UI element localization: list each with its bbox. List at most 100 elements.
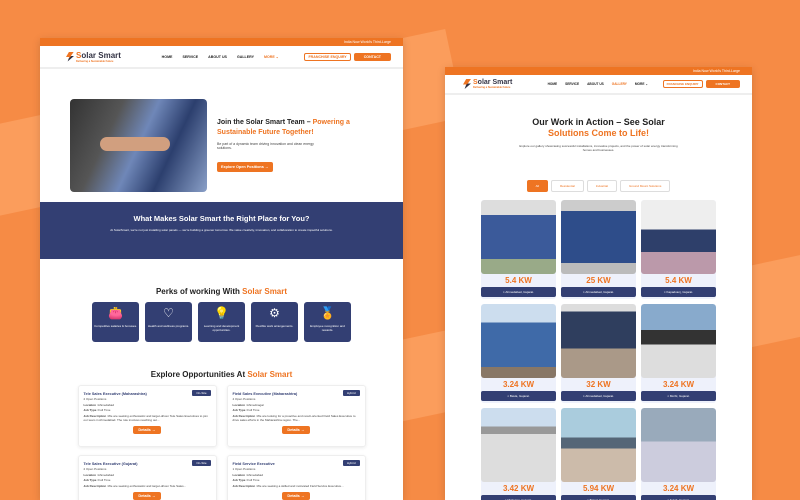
filter-tab[interactable]: Ground Mount Solutions [620, 179, 671, 192]
job-openings: 2 Open Positions [83, 397, 107, 401]
job-openings: 1 Open Positions [232, 467, 256, 471]
job-mode-badge: Hybrid [342, 390, 360, 396]
installation-photo [561, 303, 636, 378]
perk-label: Flexible work arrangements. [255, 324, 294, 328]
capacity: 32 KW [586, 379, 611, 389]
job-card: Tele Sales Executive (Gujarat) On-Site 2 O… [77, 455, 217, 500]
location-pin-icon: ⌖ [507, 393, 509, 398]
perks-list: 👛 Competitive salaries & bonuses. ♡ Health … [40, 302, 403, 342]
bolt-icon [463, 79, 471, 89]
job-description: We are seeking enthusiastic and target-d… [108, 483, 187, 488]
nav-more[interactable]: MORE ⌄ [264, 55, 279, 59]
filter-tab[interactable]: All [526, 179, 548, 192]
location-pin-icon: ⌖ [663, 289, 666, 294]
job-card: Tele Sales Executive (Maharashtra) On-Sit… [77, 385, 217, 447]
navbar: Solar Smart Delivering a Sustainable Futu… [445, 75, 752, 95]
gallery-card[interactable]: 25 KW ⌖ Ahmedabad, Gujarat. [561, 199, 636, 299]
job-location: Ahmedabad [97, 402, 115, 407]
installation-photo [561, 199, 636, 274]
lightbulb-book-icon: 💡 [214, 306, 229, 320]
top-bar: India Now World's Third-Large [40, 38, 403, 46]
perk-card: 👛 Competitive salaries & bonuses. [92, 302, 139, 342]
perks-title: Perks of working With Solar Smart [155, 287, 288, 296]
job-description: We are seeking a skilled and motivated F… [257, 483, 344, 488]
location-bar: ⌖ Morbi, Gujarat. [641, 390, 716, 401]
nav-home[interactable]: HOME [162, 55, 173, 59]
job-mode-badge: On-Site [192, 390, 211, 396]
perk-card: 🏅 Employee recognition and rewards. [304, 302, 351, 342]
details-button[interactable]: Details → [133, 491, 161, 500]
location-bar: ⌖ Ahmedabad, Gujarat. [481, 286, 556, 297]
installation-photo [641, 303, 716, 378]
gallery-title: Our Work in Action – See Solar Solutions … [532, 117, 665, 139]
contact-button[interactable]: CONTACT [705, 80, 740, 88]
location-bar: ⌖ Ahmedabad, Gujarat. [561, 286, 636, 297]
top-bar: India Now World's Third-Large [445, 67, 752, 75]
nav-about[interactable]: ABOUT US [208, 55, 227, 59]
gear-arrows-icon: ⚙ [269, 306, 280, 320]
perk-label: Health and wellness programs. [147, 324, 190, 328]
logo[interactable]: Solar Smart Delivering a Sustainable Futu… [66, 51, 136, 63]
location-bar: ⌖ Mehsana, Gujarat. [481, 494, 556, 500]
gallery-card[interactable]: 3.42 KW ⌖ Mehsana, Gujarat. [481, 407, 556, 500]
filter-tab[interactable]: Residential [550, 179, 584, 192]
details-button[interactable]: Details → [282, 491, 310, 500]
hero-text: Be part of a dynamic team driving innova… [217, 141, 314, 150]
heart-pulse-icon: ♡ [163, 306, 174, 320]
franchise-enquiry-button[interactable]: FRANCHISE ENQUIRY [662, 80, 703, 88]
location-bar: ⌖ Kutch, Gujarat. [641, 494, 716, 500]
handshake-image [70, 99, 207, 192]
franchise-enquiry-button[interactable]: FRANCHISE ENQUIRY [304, 52, 351, 61]
nav-more[interactable]: MORE ⌄ [635, 82, 648, 86]
job-location: Ahmedabad [97, 472, 115, 477]
job-title[interactable]: Field Sales Executive (Maharashtra) [233, 392, 360, 396]
nav-gallery[interactable]: GALLERY [237, 55, 254, 59]
nav-about[interactable]: ABOUT US [587, 82, 604, 86]
gallery-filters: All Residential Industrial Ground Mount Sol… [445, 179, 752, 192]
perk-card: ⚙ Flexible work arrangements. [251, 302, 298, 342]
award-icon: 🏅 [320, 306, 335, 320]
jobs-list: Tele Sales Executive (Maharashtra) On-Sit… [40, 385, 403, 500]
gallery-card[interactable]: 3.24 KW ⌖ Kutch, Gujarat. [641, 407, 716, 500]
chevron-down-icon: ⌄ [275, 54, 279, 59]
contact-button[interactable]: CONTACT [353, 52, 391, 61]
job-type: Full Time [247, 478, 260, 482]
job-title[interactable]: Field Service Executive [233, 462, 360, 466]
nav-service[interactable]: SERVICE [182, 55, 198, 59]
why-text: At SolarSmart, we're not just installing… [110, 227, 333, 232]
job-type: Full Time [247, 408, 260, 412]
perk-card: ♡ Health and wellness programs. [145, 302, 192, 342]
capacity: 3.24 KW [502, 379, 535, 389]
logo[interactable]: Solar Smart Delivering a Sustainable Futu… [463, 79, 533, 89]
jobs-title: Explore Opportunities At Solar Smart [150, 370, 293, 379]
installation-photo [561, 407, 636, 482]
perk-label: Learning and development opportunities. [203, 324, 240, 332]
perk-card: 💡 Learning and development opportunities. [198, 302, 245, 342]
gallery-card[interactable]: 3.24 KW ⌖ Bavla, Gujarat. [481, 303, 556, 403]
installation-photo [481, 407, 556, 482]
gallery-text: Explore our gallery showcasing successfu… [519, 143, 678, 152]
gallery-card[interactable]: 5.4 KW ⌖ Kapadvanj, Gujarat. [641, 199, 716, 299]
nav-service[interactable]: SERVICE [565, 82, 579, 86]
gallery-card[interactable]: 32 KW ⌖ Ahmedabad, Gujarat. [561, 303, 636, 403]
job-location: Ahmednagar [246, 402, 265, 407]
gallery-page: India Now World's Third-Large Solar Smar… [445, 67, 752, 500]
explore-positions-button[interactable]: Explore Open Positions → [217, 161, 273, 172]
filter-tab[interactable]: Industrial [586, 179, 617, 192]
nav-home[interactable]: HOME [548, 82, 558, 86]
details-button[interactable]: Details → [282, 425, 310, 434]
nav-gallery[interactable]: GALLERY [612, 82, 627, 86]
details-button[interactable]: Details → [133, 425, 161, 434]
perk-label: Competitive salaries & bonuses. [94, 324, 137, 328]
installation-photo [481, 303, 556, 378]
why-title: What Makes Solar Smart the Right Place f… [133, 214, 310, 223]
job-location: Ahmedabad [246, 472, 264, 477]
gallery-card[interactable]: 5.4 KW ⌖ Ahmedabad, Gujarat. [481, 199, 556, 299]
gallery-card[interactable]: 5.94 KW ⌖ Botad, Gujarat. [561, 407, 636, 500]
gallery-grid: 5.4 KW ⌖ Ahmedabad, Gujarat. 25 KW ⌖ Ahmeda… [445, 199, 752, 500]
capacity: 5.4 KW [665, 275, 692, 285]
gallery-card[interactable]: 3.24 KW ⌖ Morbi, Gujarat. [641, 303, 716, 403]
wallet-icon: 👛 [108, 306, 123, 320]
job-card: Field Sales Executive (Maharashtra) Hybri… [226, 385, 366, 447]
job-card: Field Service Executive Hybrid 1 Open Posi… [226, 455, 366, 500]
